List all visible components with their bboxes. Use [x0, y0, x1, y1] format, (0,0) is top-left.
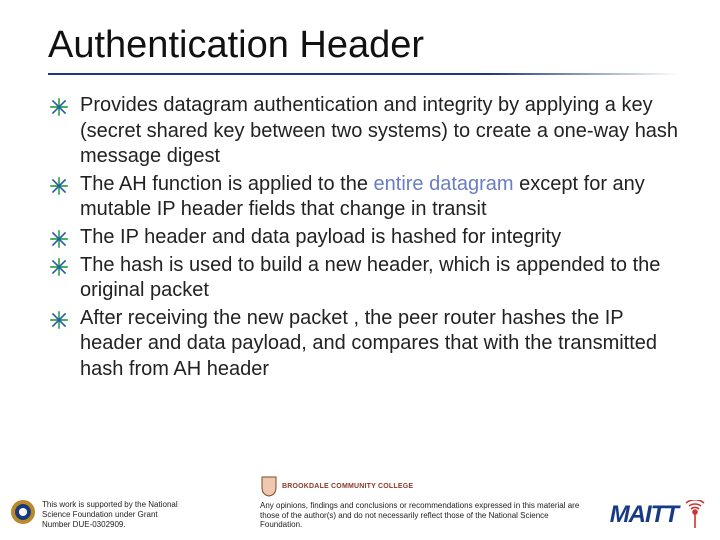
bullet-icon — [48, 309, 70, 331]
maitt-logo: MAITT — [610, 500, 710, 530]
brookdale-label: BROOKDALE COMMUNITY COLLEGE — [282, 483, 413, 490]
brookdale-shield-icon — [260, 475, 278, 497]
title-underline — [48, 73, 678, 75]
list-item-text: The hash is used to build a new header, … — [80, 253, 684, 304]
list-item-text: Provides datagram authentication and int… — [80, 93, 684, 170]
list-item: The AH function is applied to the entire… — [48, 172, 684, 223]
list-item: After receiving the new packet , the pee… — [48, 306, 684, 383]
maitt-antenna-icon — [680, 500, 710, 530]
bullet-icon — [48, 228, 70, 250]
nsf-block: This work is supported by the National S… — [10, 499, 182, 530]
bullet-list: Provides datagram authentication and int… — [48, 93, 684, 383]
page-title: Authentication Header — [48, 24, 684, 67]
slide: Authentication Header Provides datagram … — [0, 0, 720, 540]
list-item: The IP header and data payload is hashed… — [48, 225, 684, 251]
brookdale-block: BROOKDALE COMMUNITY COLLEGE Any opinions… — [260, 475, 590, 530]
bullet-icon — [48, 256, 70, 278]
brookdale-logo: BROOKDALE COMMUNITY COLLEGE — [260, 475, 413, 497]
footer: This work is supported by the National S… — [10, 475, 710, 530]
list-item: Provides datagram authentication and int… — [48, 93, 684, 170]
list-item: The hash is used to build a new header, … — [48, 253, 684, 304]
nsf-support-text: This work is supported by the National S… — [42, 500, 182, 530]
list-item-text: The AH function is applied to the entire… — [80, 172, 684, 223]
maitt-text: MAITT — [610, 501, 678, 529]
emphasis-text: entire datagram — [374, 173, 514, 195]
bullet-icon — [48, 175, 70, 197]
disclaimer-text: Any opinions, findings and conclusions o… — [260, 501, 590, 530]
list-item-text: The IP header and data payload is hashed… — [80, 225, 684, 251]
list-item-text: After receiving the new packet , the pee… — [80, 306, 684, 383]
bullet-icon — [48, 96, 70, 118]
nsf-logo-icon — [10, 499, 36, 530]
